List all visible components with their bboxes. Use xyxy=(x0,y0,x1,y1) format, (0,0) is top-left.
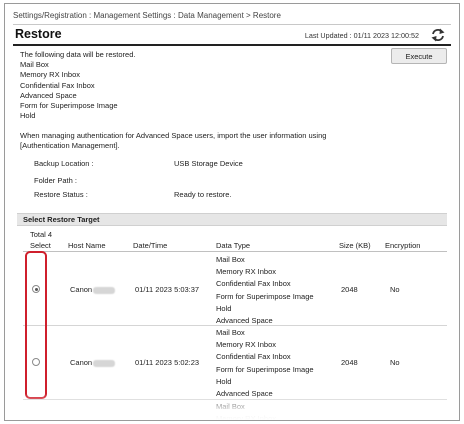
row-2-data-types: Mail Box Memory RX Inbox Confidential Fax … xyxy=(216,327,314,400)
row-2-host-text: Canon xyxy=(70,358,93,367)
col-encryption: Encryption xyxy=(385,241,421,250)
last-updated: Last Updated : 01/11 2023 12:00:52 xyxy=(304,31,419,40)
data-type-item: Mail Box xyxy=(216,255,245,264)
row-divider xyxy=(23,325,447,326)
col-host-name: Host Name xyxy=(68,241,106,250)
restore-page: Settings/Registration : Management Setti… xyxy=(4,3,460,421)
refresh-icon[interactable] xyxy=(429,26,447,44)
redacted-hostname xyxy=(93,359,116,367)
backup-location-label: Backup Location : xyxy=(34,159,94,168)
redacted-hostname xyxy=(93,286,116,294)
data-type-item: Form for Superimpose Image xyxy=(216,364,314,374)
data-type-item: Confidential Fax Inbox xyxy=(216,352,291,362)
select-column-highlight xyxy=(25,251,47,399)
col-select: Select xyxy=(30,241,51,250)
data-type-item: Memory RX Inbox xyxy=(216,340,277,350)
breadcrumb-divider xyxy=(13,24,451,25)
page-title: Restore xyxy=(15,27,62,41)
restore-data-item: Advanced Space xyxy=(20,90,77,100)
col-size: Size (KB) xyxy=(339,241,371,250)
row-1-size: 2048 xyxy=(341,285,358,294)
breadcrumb: Settings/Registration : Management Setti… xyxy=(13,11,281,20)
row-2-encryption: No xyxy=(390,358,400,367)
total-count: Total 4 xyxy=(30,230,53,239)
restore-data-item: Hold xyxy=(20,111,36,121)
backup-location-value: USB Storage Device xyxy=(174,159,243,168)
title-divider xyxy=(13,44,451,46)
data-type-item: Form for Superimpose Image xyxy=(216,291,314,301)
row-1-host-text: Canon xyxy=(70,285,93,294)
section-header: Select Restore Target xyxy=(17,213,447,226)
row-2-size: 2048 xyxy=(341,358,358,367)
restore-intro-text: The following data will be restored. xyxy=(20,50,136,59)
row-1-date: 01/11 2023 5:03:37 xyxy=(135,285,200,294)
restore-status-value: Ready to restore. xyxy=(174,190,232,199)
col-data-type: Data Type xyxy=(216,241,251,250)
data-type-item: Memory RX Inbox xyxy=(216,267,277,277)
row-1-encryption: No xyxy=(390,285,400,294)
bottom-fade xyxy=(5,394,459,420)
data-type-item: Confidential Fax Inbox xyxy=(216,279,291,289)
restore-data-list: The following data will be restored. Mail… xyxy=(20,50,135,121)
restore-data-item: Form for Superimpose Image xyxy=(20,101,118,111)
row-2-date: 01/11 2023 5:02:23 xyxy=(135,358,200,367)
data-type-item: Mail Box xyxy=(216,328,245,337)
table-header-divider xyxy=(23,251,447,252)
row-1-data-types: Mail Box Memory RX Inbox Confidential Fax … xyxy=(216,254,314,327)
row-2-host: Canon xyxy=(70,358,116,367)
auth-note: When managing authentication for Advance… xyxy=(20,131,327,151)
data-type-item: Hold xyxy=(216,376,232,386)
data-type-item: Hold xyxy=(216,303,232,313)
folder-path-label: Folder Path : xyxy=(34,176,77,185)
restore-data-item: Mail Box xyxy=(20,60,49,70)
restore-status-label: Restore Status : xyxy=(34,190,88,199)
row-1-host: Canon xyxy=(70,285,116,294)
restore-data-item: Memory RX Inbox xyxy=(20,70,81,80)
col-date-time: Date/Time xyxy=(133,241,168,250)
execute-button[interactable]: Execute xyxy=(391,48,447,64)
restore-data-item: Confidential Fax Inbox xyxy=(20,80,95,90)
